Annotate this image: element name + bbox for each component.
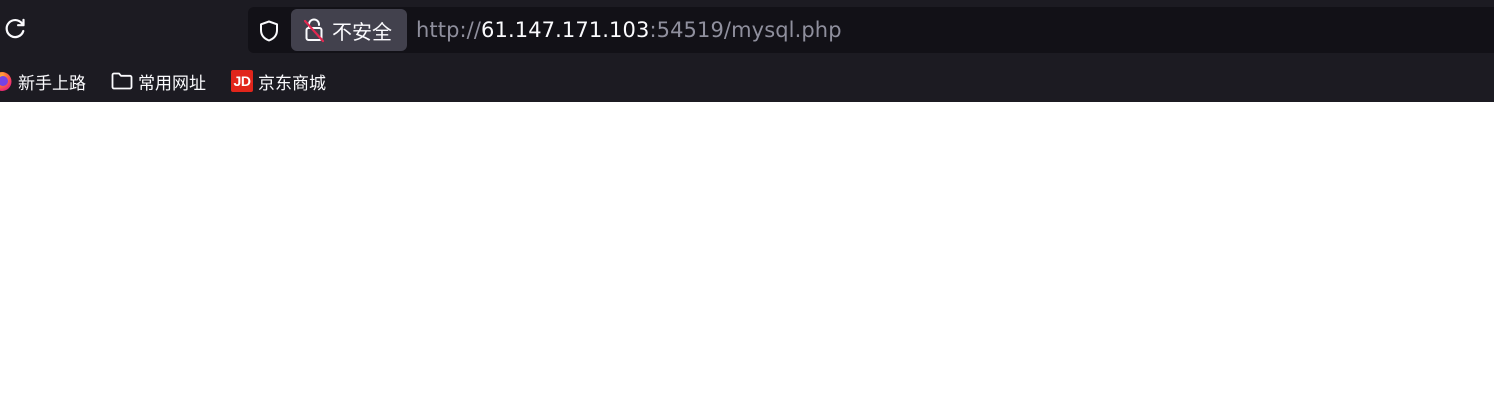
bookmark-label: 新手上路	[18, 73, 86, 94]
bookmark-jd-mall[interactable]: JD 京东商城	[230, 67, 326, 95]
firefox-icon	[0, 69, 14, 93]
reload-button[interactable]	[0, 14, 30, 44]
tracking-protection-button[interactable]	[256, 18, 282, 44]
bookmark-getting-started[interactable]: 新手上路	[0, 67, 86, 95]
connection-insecure-button[interactable]: 不安全	[291, 9, 407, 51]
reload-icon	[5, 18, 25, 39]
bookmark-folder-common-sites[interactable]: 常用网址	[110, 67, 206, 95]
bookmark-label: 京东商城	[258, 73, 326, 94]
address-bar[interactable]: 不安全 http://61.147.171.103:54519/mysql.ph…	[248, 7, 1494, 53]
jd-icon: JD	[230, 69, 254, 93]
url-text[interactable]: http://61.147.171.103:54519/mysql.php	[416, 16, 842, 44]
bookmarks-toolbar: 新手上路 常用网址 JD 京东商城	[0, 62, 1494, 100]
url-port-path: :54519/mysql.php	[649, 18, 842, 42]
browser-chrome: 不安全 http://61.147.171.103:54519/mysql.ph…	[0, 0, 1494, 102]
url-host: 61.147.171.103	[481, 18, 650, 42]
url-scheme: http://	[416, 18, 482, 42]
navigation-toolbar: 不安全 http://61.147.171.103:54519/mysql.ph…	[0, 0, 1494, 58]
page-content	[0, 102, 1494, 419]
jd-logo: JD	[231, 70, 253, 92]
shield-icon	[260, 20, 278, 42]
insecure-label: 不安全	[332, 19, 392, 44]
folder-icon	[110, 69, 134, 93]
insecure-lock-icon	[300, 16, 328, 44]
bookmark-label: 常用网址	[138, 73, 206, 94]
